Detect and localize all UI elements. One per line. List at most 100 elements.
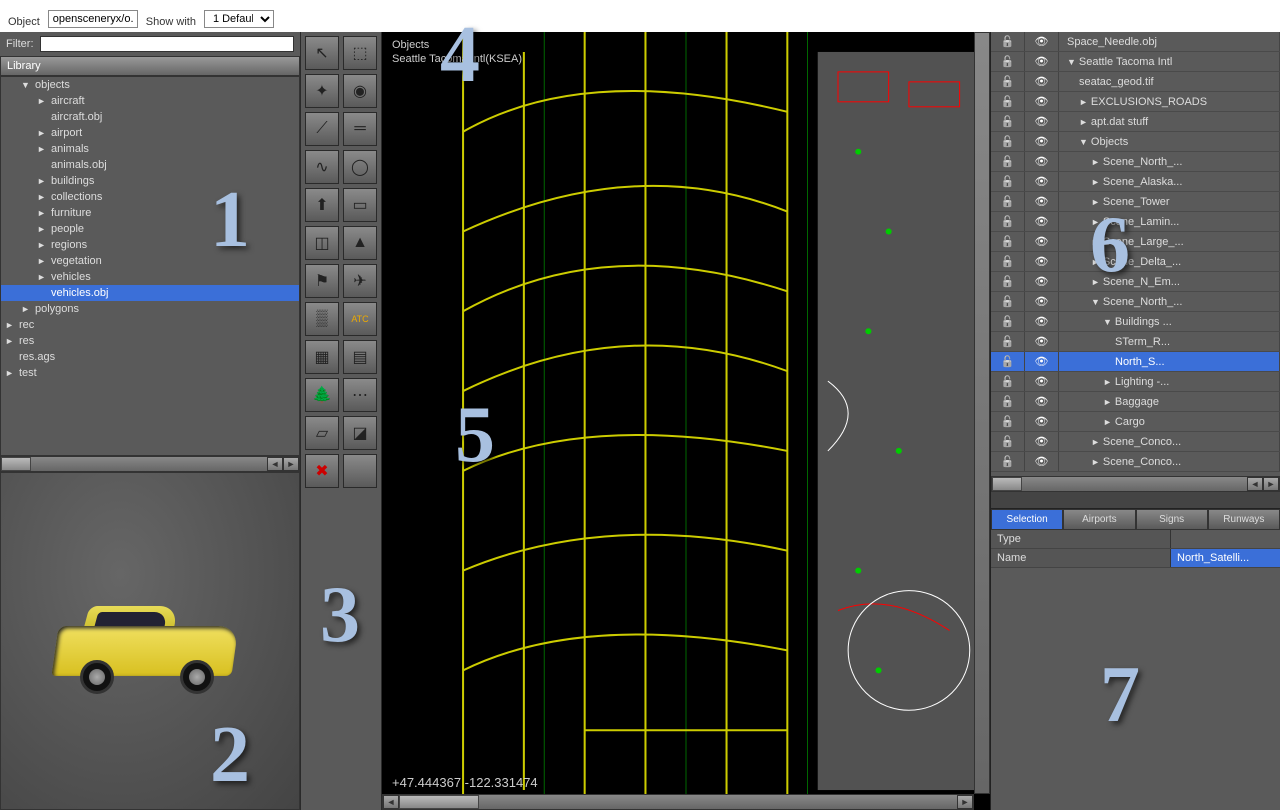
lock-icon[interactable] <box>991 192 1025 211</box>
hierarchy-row[interactable]: ▼Seattle Tacoma Intl <box>991 52 1280 72</box>
lock-icon[interactable] <box>991 412 1025 431</box>
hierarchy-row[interactable]: ►Cargo <box>991 412 1280 432</box>
visibility-icon[interactable] <box>1025 312 1059 331</box>
tool-terrain[interactable]: ◪ <box>343 416 377 450</box>
visibility-icon[interactable] <box>1025 92 1059 111</box>
tool-poly[interactable]: ▱ <box>305 416 339 450</box>
tree-item[interactable]: res.ags <box>1 349 299 365</box>
visibility-icon[interactable] <box>1025 72 1059 91</box>
tool-building[interactable]: ▦ <box>305 340 339 374</box>
tool-vertex[interactable]: ✦ <box>305 74 339 108</box>
tool-runway[interactable]: ═ <box>343 112 377 146</box>
tree-item[interactable]: ▼objects <box>1 77 299 93</box>
tool-plane[interactable]: ✈ <box>343 264 377 298</box>
hierarchy-row[interactable]: ►Scene_N_Em... <box>991 272 1280 292</box>
tree-item[interactable]: animals.obj <box>1 157 299 173</box>
tool-fence[interactable]: ▒ <box>305 302 339 336</box>
library-tree[interactable]: ▼objects►aircraftaircraft.obj►airport►an… <box>0 76 300 456</box>
map-viewport[interactable]: ObjectsSeattle Tacoma Intl(KSEA) +47.444… <box>382 32 990 810</box>
visibility-icon[interactable] <box>1025 432 1059 451</box>
hierarchy-row[interactable]: ►Scene_Delta_... <box>991 252 1280 272</box>
visibility-icon[interactable] <box>1025 112 1059 131</box>
lock-icon[interactable] <box>991 72 1025 91</box>
tab-airports[interactable]: Airports <box>1063 509 1135 530</box>
tool-sign[interactable]: ▭ <box>343 188 377 222</box>
lock-icon[interactable] <box>991 232 1025 251</box>
tree-item[interactable]: ►aircraft <box>1 93 299 109</box>
visibility-icon[interactable] <box>1025 272 1059 291</box>
hierarchy-row[interactable]: STerm_R... <box>991 332 1280 352</box>
lock-icon[interactable] <box>991 292 1025 311</box>
visibility-icon[interactable] <box>1025 352 1059 371</box>
lock-icon[interactable] <box>991 32 1025 51</box>
preview-pane[interactable] <box>0 472 300 810</box>
tool-hole[interactable]: ◯ <box>343 150 377 184</box>
visibility-icon[interactable] <box>1025 52 1059 71</box>
hier-scrollbar[interactable]: ◄► <box>991 476 1280 492</box>
property-row[interactable]: Type <box>991 530 1280 549</box>
hierarchy-row[interactable]: ►Scene_Lamin... <box>991 212 1280 232</box>
object-input[interactable] <box>48 10 138 28</box>
tree-item[interactable]: ►buildings <box>1 173 299 189</box>
lock-icon[interactable] <box>991 392 1025 411</box>
tool-line[interactable]: ⋯ <box>343 378 377 412</box>
hierarchy-row[interactable]: Space_Needle.obj <box>991 32 1280 52</box>
hierarchy-row[interactable]: ►Scene_North_... <box>991 152 1280 172</box>
tool-tower[interactable]: ⬆ <box>305 188 339 222</box>
tree-item[interactable]: ►furniture <box>1 205 299 221</box>
visibility-icon[interactable] <box>1025 452 1059 471</box>
hierarchy-row[interactable]: ►Scene_Conco... <box>991 452 1280 472</box>
lock-icon[interactable] <box>991 332 1025 351</box>
tool-atc[interactable]: ATC <box>343 302 377 336</box>
lock-icon[interactable] <box>991 372 1025 391</box>
tree-item[interactable]: ►regions <box>1 237 299 253</box>
visibility-icon[interactable] <box>1025 152 1059 171</box>
tree-item[interactable]: ►rec <box>1 317 299 333</box>
hierarchy-row[interactable]: ►Baggage <box>991 392 1280 412</box>
visibility-icon[interactable] <box>1025 332 1059 351</box>
property-value[interactable]: North_Satelli... <box>1171 549 1280 567</box>
tool-curve[interactable]: ∿ <box>305 150 339 184</box>
tool-blank[interactable] <box>343 454 377 488</box>
map-h-scroll[interactable]: ◄► <box>382 794 974 810</box>
hierarchy-tree[interactable]: Space_Needle.obj▼Seattle Tacoma Intlseat… <box>991 32 1280 476</box>
tree-item[interactable]: ►vegetation <box>1 253 299 269</box>
visibility-icon[interactable] <box>1025 132 1059 151</box>
property-row[interactable]: NameNorth_Satelli... <box>991 549 1280 568</box>
tree-item[interactable]: ►test <box>1 365 299 381</box>
filter-input[interactable] <box>40 36 295 52</box>
tool-arrow[interactable]: ↖ <box>305 36 339 70</box>
tool-beacon[interactable]: ◉ <box>343 74 377 108</box>
hierarchy-row[interactable]: ►Lighting -... <box>991 372 1280 392</box>
lock-icon[interactable] <box>991 132 1025 151</box>
lock-icon[interactable] <box>991 212 1025 231</box>
tab-runways[interactable]: Runways <box>1208 509 1280 530</box>
tool-marquee[interactable]: ⬚ <box>343 36 377 70</box>
tree-item[interactable]: ►res <box>1 333 299 349</box>
tree-item[interactable]: ►collections <box>1 189 299 205</box>
lock-icon[interactable] <box>991 272 1025 291</box>
tab-selection[interactable]: Selection <box>991 509 1063 530</box>
property-value[interactable] <box>1171 530 1280 548</box>
visibility-icon[interactable] <box>1025 172 1059 191</box>
lock-icon[interactable] <box>991 452 1025 471</box>
tool-taxi[interactable]: ⟋ <box>305 112 339 146</box>
visibility-icon[interactable] <box>1025 232 1059 251</box>
tree-item[interactable]: ►airport <box>1 125 299 141</box>
visibility-icon[interactable] <box>1025 32 1059 51</box>
lock-icon[interactable] <box>991 172 1025 191</box>
visibility-icon[interactable] <box>1025 212 1059 231</box>
lock-icon[interactable] <box>991 52 1025 71</box>
lock-icon[interactable] <box>991 152 1025 171</box>
map-v-scroll[interactable] <box>974 32 990 794</box>
hierarchy-row[interactable]: North_S... <box>991 352 1280 372</box>
lock-icon[interactable] <box>991 252 1025 271</box>
lock-icon[interactable] <box>991 92 1025 111</box>
tree-item[interactable]: ►people <box>1 221 299 237</box>
visibility-icon[interactable] <box>1025 412 1059 431</box>
tree-scrollbar[interactable]: ◄► <box>0 456 300 472</box>
hierarchy-row[interactable]: ►Scene_Large_... <box>991 232 1280 252</box>
hierarchy-row[interactable]: ►apt.dat stuff <box>991 112 1280 132</box>
visibility-icon[interactable] <box>1025 292 1059 311</box>
tree-item[interactable]: ►polygons <box>1 301 299 317</box>
